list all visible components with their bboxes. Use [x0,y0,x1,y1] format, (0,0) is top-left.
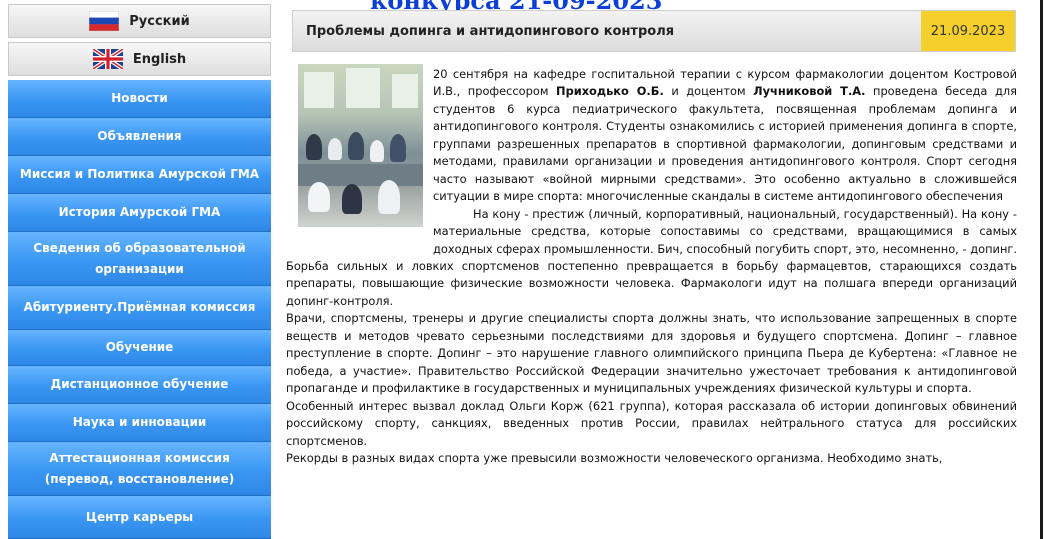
language-russian-button[interactable]: Русский [8,4,271,38]
article-header: Проблемы допинга и антидопингового контр… [292,10,1016,52]
nav-item-attestation[interactable]: Аттестационная комиссия (перевод, восста… [8,442,271,496]
page-border [1040,0,1043,539]
author-name: Приходько О.Б. [556,84,664,99]
nav-item-mission[interactable]: Миссия и Политика Амурской ГМА [8,156,271,194]
nav-item-science[interactable]: Наука и инновации [8,404,271,442]
nav-item-education[interactable]: Обучение [8,330,271,366]
language-english-button[interactable]: English [8,42,271,76]
language-english-label: English [132,51,187,67]
author-name: Лучниковой Т.А. [753,84,866,99]
nav-item-distance-learning[interactable]: Дистанционное обучение [8,366,271,404]
nav-item-organization-info[interactable]: Сведения об образовательной организации [8,232,271,286]
uk-flag-icon [92,49,123,69]
article-body: 20 сентября на кафедре госпитальной тера… [286,66,1017,539]
language-russian-label: Русский [129,13,190,29]
nav-item-career-center[interactable]: Центр карьеры [8,496,271,539]
nav-item-announcements[interactable]: Объявления [8,118,271,156]
article-date: 21.09.2023 [921,11,1015,51]
nav-item-admission[interactable]: Абитуриенту.Приёмная комиссия [8,286,271,330]
nav-item-news[interactable]: Новости [8,80,271,118]
article-paragraph: Врачи, спортсмены, тренеры и другие спец… [286,311,1017,396]
article-title[interactable]: Проблемы допинга и антидопингового контр… [306,24,674,39]
ru-flag-icon [89,11,120,31]
article-paragraph: Рекорды в разных видах спорта уже превыс… [286,450,943,465]
article-paragraph: Особенный интерес вызвал доклад Ольги Ко… [286,398,1017,448]
nav-item-history[interactable]: История Амурской ГМА [8,194,271,232]
